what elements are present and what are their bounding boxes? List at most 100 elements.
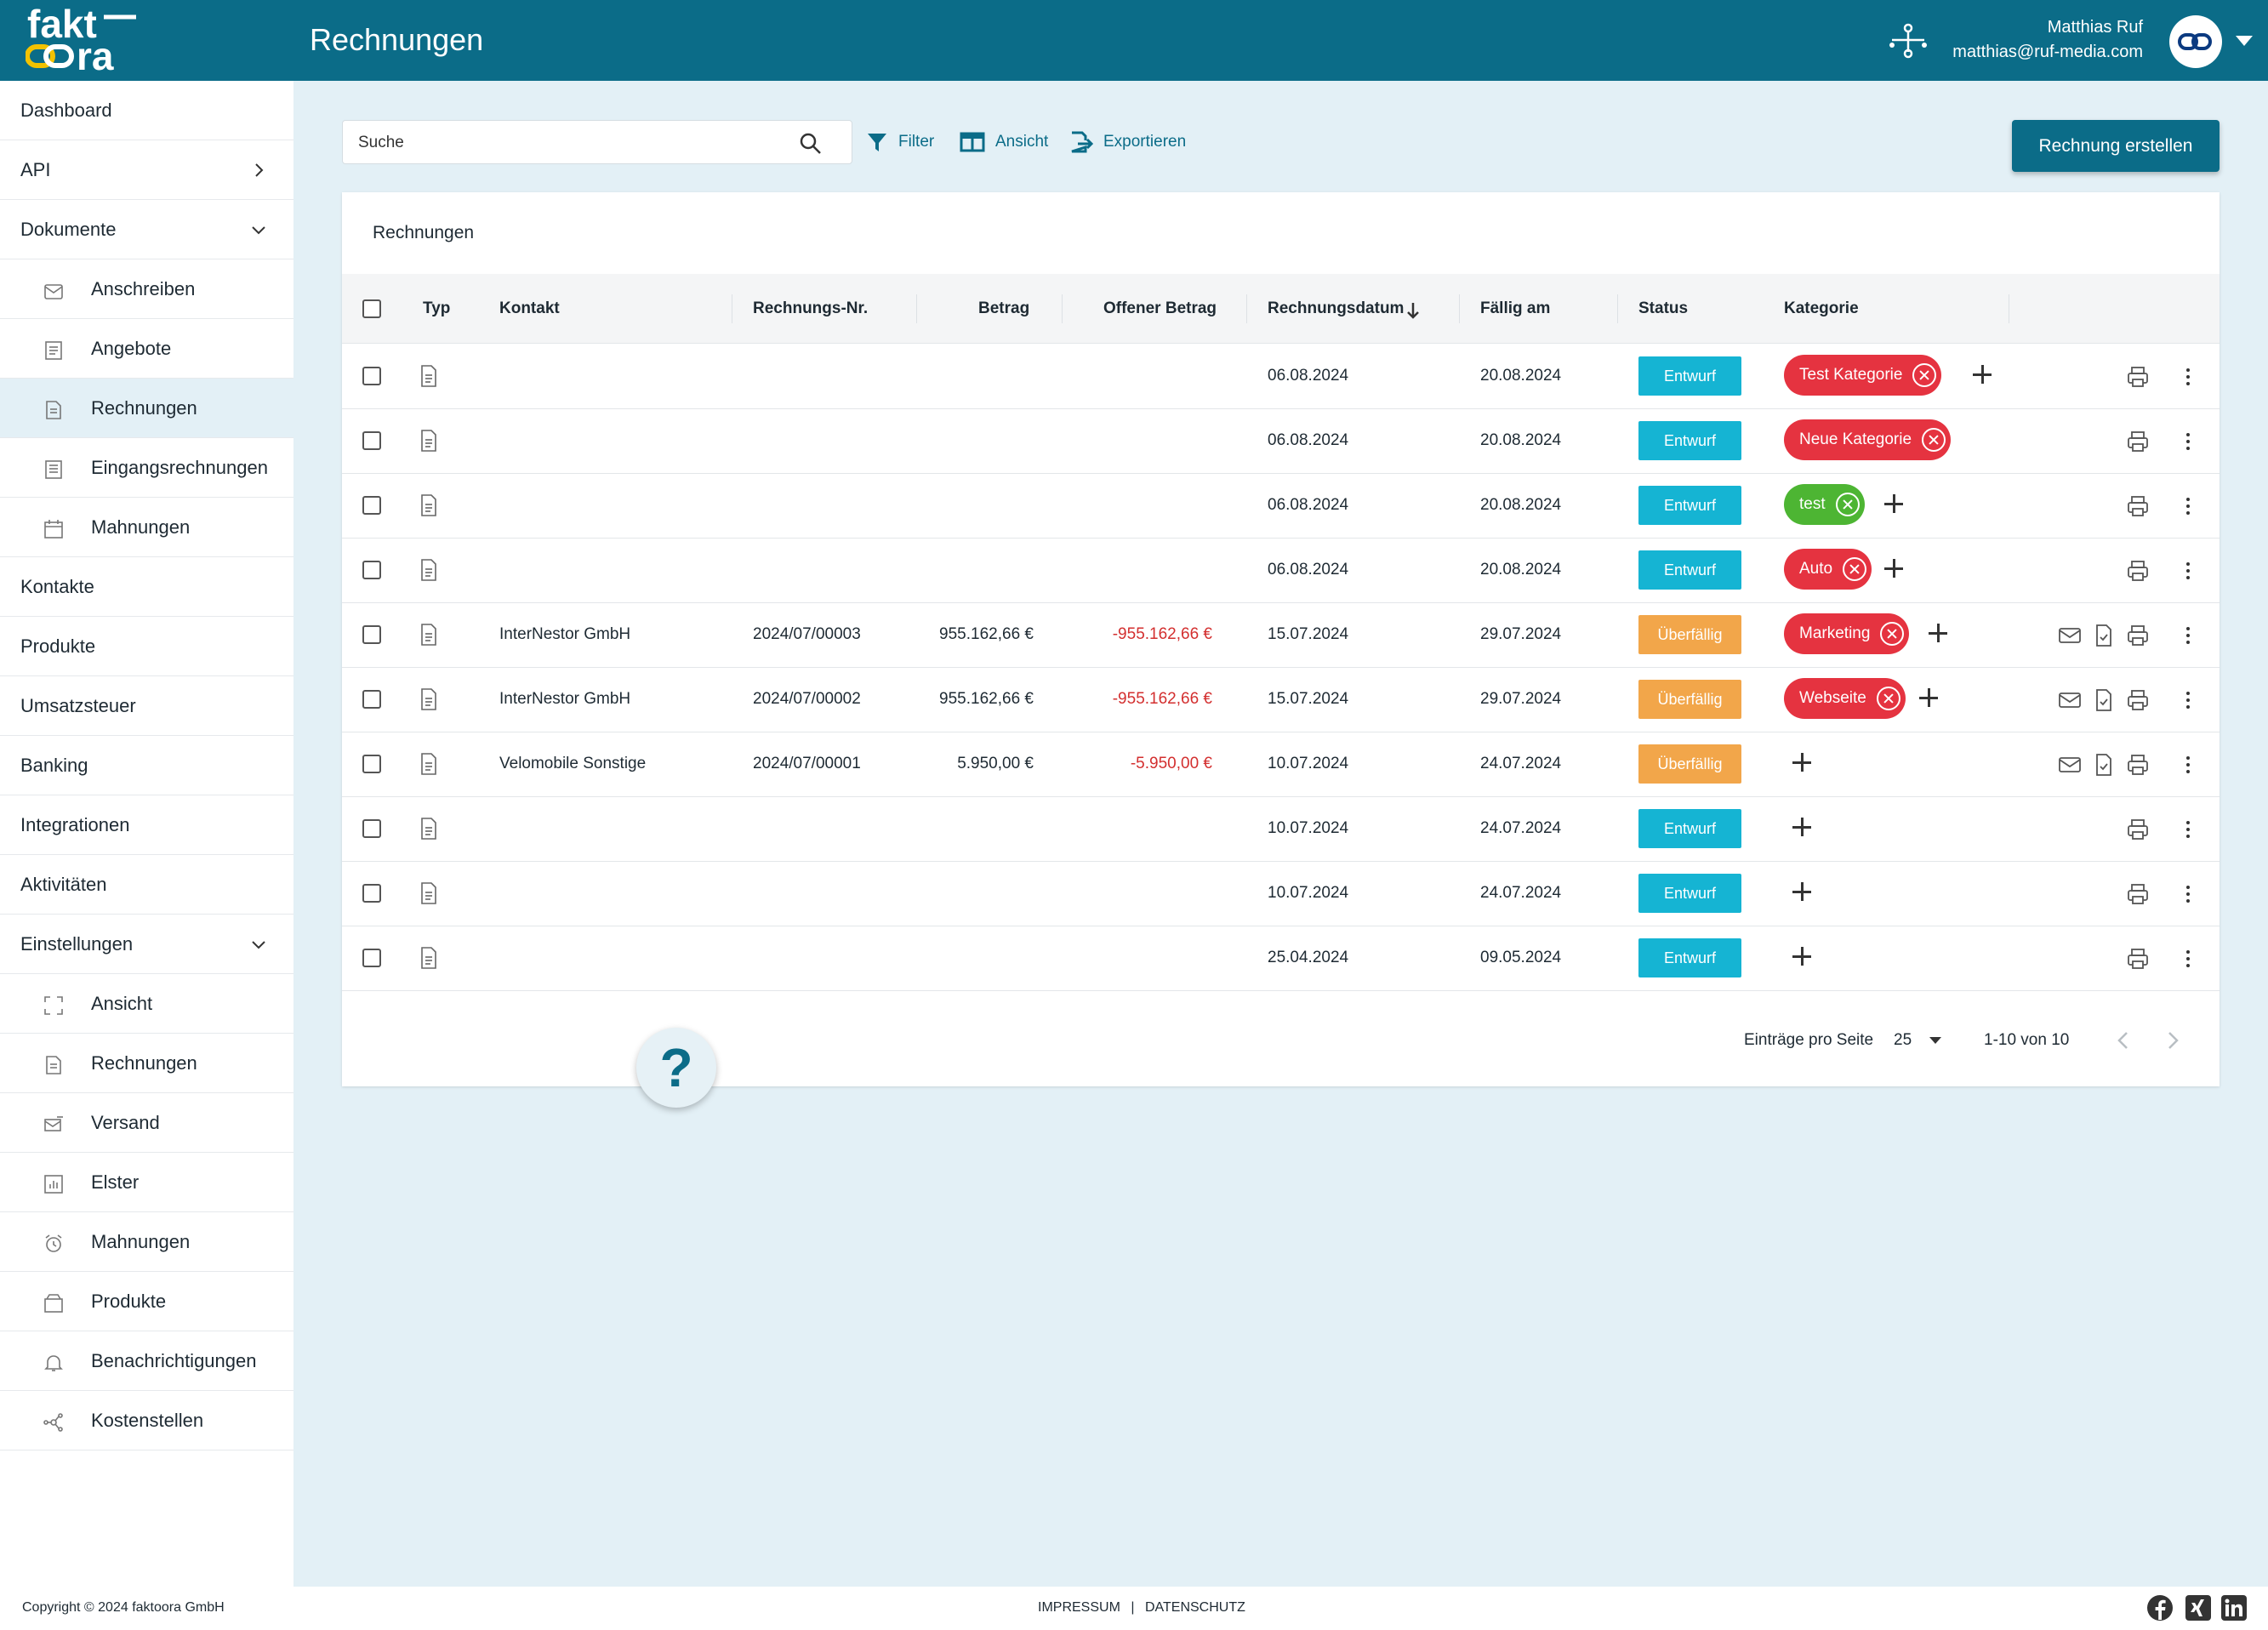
- table-row[interactable]: 25.04.2024 09.05.2024 Entwurf: [342, 926, 2220, 991]
- document-check-icon[interactable]: [2092, 624, 2116, 647]
- column-divider[interactable]: [1062, 294, 1063, 323]
- category-chip[interactable]: Webseite: [1784, 678, 1906, 719]
- chevron-down-icon[interactable]: [249, 220, 268, 239]
- remove-category-icon[interactable]: [1843, 557, 1867, 581]
- sidebar-item-versand[interactable]: Versand: [0, 1093, 293, 1153]
- send-mail-icon[interactable]: [2058, 624, 2082, 647]
- column-header-category[interactable]: Kategorie: [1784, 299, 1859, 318]
- print-icon[interactable]: [2126, 947, 2150, 971]
- print-icon[interactable]: [2126, 559, 2150, 583]
- sidebar-item-kostenstellen[interactable]: Kostenstellen: [0, 1391, 293, 1450]
- sidebar-item-ansicht[interactable]: Ansicht: [0, 974, 293, 1034]
- document-check-icon[interactable]: [2092, 688, 2116, 712]
- row-checkbox[interactable]: [362, 819, 381, 838]
- chevron-right-icon[interactable]: [249, 161, 268, 180]
- user-info[interactable]: Matthias Ruf matthias@ruf-media.com: [1952, 15, 2143, 65]
- datenschutz-link[interactable]: DATENSCHUTZ: [1145, 1600, 1245, 1615]
- xing-icon[interactable]: [2185, 1594, 2212, 1621]
- remove-category-icon[interactable]: [1912, 363, 1937, 387]
- sidebar-item-integrationen[interactable]: Integrationen: [0, 795, 293, 855]
- chevron-down-icon[interactable]: [249, 935, 268, 954]
- add-category-icon[interactable]: [1791, 751, 1813, 773]
- row-menu-icon[interactable]: [2184, 430, 2192, 453]
- table-row[interactable]: 10.07.2024 24.07.2024 Entwurf: [342, 862, 2220, 926]
- add-category-icon[interactable]: [1883, 493, 1905, 515]
- network-icon[interactable]: [1887, 21, 1929, 59]
- row-checkbox[interactable]: [362, 884, 381, 903]
- column-header-status[interactable]: Status: [1638, 299, 1688, 318]
- send-mail-icon[interactable]: [2058, 688, 2082, 712]
- add-category-icon[interactable]: [1791, 881, 1813, 903]
- sidebar-item-rechnungen[interactable]: Rechnungen: [0, 379, 293, 438]
- print-icon[interactable]: [2126, 818, 2150, 841]
- table-row[interactable]: InterNestor GmbH 2024/07/00002 955.162,66 …: [342, 668, 2220, 732]
- sidebar-item-produkte[interactable]: Produkte: [0, 617, 293, 676]
- column-divider[interactable]: [1459, 294, 1460, 323]
- column-header-invoice-number[interactable]: Rechnungs-Nr.: [753, 299, 868, 318]
- print-icon[interactable]: [2126, 753, 2150, 777]
- print-icon[interactable]: [2126, 430, 2150, 453]
- next-page-icon[interactable]: [2164, 1030, 2181, 1051]
- create-invoice-button[interactable]: Rechnung erstellen: [2012, 120, 2220, 172]
- sidebar-item-api[interactable]: API: [0, 140, 293, 200]
- sidebar-item-rechnungen[interactable]: Rechnungen: [0, 1034, 293, 1093]
- table-row[interactable]: Velomobile Sonstige 2024/07/00001 5.950,00…: [342, 732, 2220, 797]
- print-icon[interactable]: [2126, 882, 2150, 906]
- sidebar-item-kontakte[interactable]: Kontakte: [0, 557, 293, 617]
- row-checkbox[interactable]: [362, 496, 381, 515]
- faktoora-logo[interactable]: fakt ra: [26, 5, 145, 75]
- add-category-icon[interactable]: [1918, 687, 1940, 709]
- column-divider[interactable]: [916, 294, 917, 323]
- row-menu-icon[interactable]: [2184, 882, 2192, 906]
- column-divider[interactable]: [1246, 294, 1247, 323]
- category-chip[interactable]: Neue Kategorie: [1784, 419, 1952, 460]
- sidebar-item-angebote[interactable]: Angebote: [0, 319, 293, 379]
- avatar[interactable]: [2169, 15, 2222, 68]
- table-row[interactable]: 06.08.2024 20.08.2024 Entwurf test: [342, 474, 2220, 539]
- column-header-open-amount[interactable]: Offener Betrag: [1103, 299, 1217, 318]
- filter-button[interactable]: Filter: [866, 128, 934, 157]
- add-category-icon[interactable]: [1971, 363, 1993, 385]
- row-checkbox[interactable]: [362, 755, 381, 773]
- send-mail-icon[interactable]: [2058, 753, 2082, 777]
- row-checkbox[interactable]: [362, 367, 381, 385]
- sidebar-item-einstellungen[interactable]: Einstellungen: [0, 915, 293, 974]
- row-menu-icon[interactable]: [2184, 818, 2192, 841]
- row-checkbox[interactable]: [362, 625, 381, 644]
- column-header-type[interactable]: Typ: [423, 299, 450, 318]
- document-check-icon[interactable]: [2092, 753, 2116, 777]
- row-menu-icon[interactable]: [2184, 624, 2192, 647]
- sidebar-item-mahnungen[interactable]: Mahnungen: [0, 1212, 293, 1272]
- sidebar-item-eingangsrechnungen[interactable]: Eingangsrechnungen: [0, 438, 293, 498]
- add-category-icon[interactable]: [1927, 622, 1949, 644]
- print-icon[interactable]: [2126, 624, 2150, 647]
- remove-category-icon[interactable]: [1922, 428, 1946, 452]
- column-header-contact[interactable]: Kontakt: [499, 299, 560, 318]
- impressum-link[interactable]: IMPRESSUM: [1038, 1600, 1120, 1615]
- table-row[interactable]: 06.08.2024 20.08.2024 Entwurf Auto: [342, 539, 2220, 603]
- sidebar-item-umsatzsteuer[interactable]: Umsatzsteuer: [0, 676, 293, 736]
- sort-arrow-down-icon[interactable]: [1405, 301, 1421, 320]
- row-menu-icon[interactable]: [2184, 947, 2192, 971]
- sidebar-item-produkte[interactable]: Produkte: [0, 1272, 293, 1331]
- select-all-checkbox[interactable]: [362, 299, 381, 318]
- facebook-icon[interactable]: [2146, 1594, 2174, 1621]
- search-input[interactable]: [358, 131, 784, 155]
- add-category-icon[interactable]: [1883, 557, 1905, 579]
- view-button[interactable]: Ansicht: [960, 128, 1048, 157]
- sidebar-item-anschreiben[interactable]: Anschreiben: [0, 259, 293, 319]
- add-category-icon[interactable]: [1791, 816, 1813, 838]
- column-divider[interactable]: [1617, 294, 1618, 323]
- category-chip[interactable]: Auto: [1784, 549, 1872, 590]
- table-row[interactable]: 06.08.2024 20.08.2024 Entwurf Test Kategori…: [342, 345, 2220, 409]
- table-row[interactable]: 06.08.2024 20.08.2024 Entwurf Neue Kategori…: [342, 409, 2220, 474]
- add-category-icon[interactable]: [1791, 945, 1813, 967]
- row-menu-icon[interactable]: [2184, 559, 2192, 583]
- print-icon[interactable]: [2126, 494, 2150, 518]
- row-checkbox[interactable]: [362, 561, 381, 579]
- row-menu-icon[interactable]: [2184, 688, 2192, 712]
- export-button[interactable]: Exportieren: [1069, 128, 1186, 157]
- category-chip[interactable]: Test Kategorie: [1784, 355, 1942, 396]
- row-checkbox[interactable]: [362, 431, 381, 450]
- remove-category-icon[interactable]: [1880, 622, 1905, 646]
